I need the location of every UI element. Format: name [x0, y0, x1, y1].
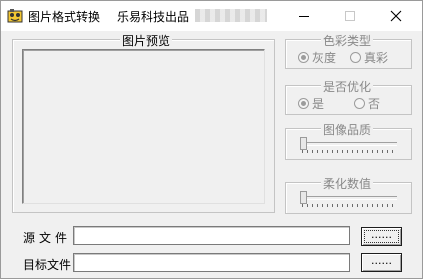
slider-ticks — [302, 150, 396, 153]
main-window: 图片格式转换 乐易科技出品 图片预览 色彩类型 灰度 真彩 是否优化 是 否 图… — [0, 0, 423, 279]
radio-dot-icon — [350, 52, 361, 63]
soften-legend: 柔化数值 — [321, 175, 374, 192]
radio-dot-icon — [354, 98, 365, 109]
slider-ticks — [302, 204, 396, 207]
window-title: 图片格式转换 — [28, 10, 101, 24]
color-type-group: 色彩类型 灰度 真彩 — [285, 32, 412, 69]
source-file-label: 源文件 — [23, 231, 72, 245]
soften-slider[interactable] — [300, 191, 397, 207]
optimize-legend: 是否优化 — [321, 78, 374, 95]
maximize-icon — [345, 11, 355, 21]
title-bar[interactable]: 图片格式转换 乐易科技出品 — [1, 1, 422, 31]
window-subtitle: 乐易科技出品 — [117, 10, 190, 24]
preview-area — [22, 49, 265, 204]
target-file-input[interactable] — [73, 253, 350, 272]
browse-target-button[interactable]: ...... — [361, 253, 402, 272]
app-icon — [7, 9, 23, 23]
optimize-group: 是否优化 是 否 — [285, 78, 412, 115]
slider-thumb[interactable] — [300, 191, 307, 204]
radio-yes[interactable]: 是 — [298, 95, 324, 112]
maximize-button[interactable] — [327, 1, 373, 31]
radio-truecolor[interactable]: 真彩 — [350, 49, 388, 66]
slider-track — [300, 196, 397, 200]
target-file-label: 目标文件 — [23, 258, 72, 272]
close-button[interactable] — [373, 1, 419, 31]
slider-thumb[interactable] — [300, 137, 307, 150]
preview-legend: 图片预览 — [120, 32, 173, 49]
browse-source-button[interactable]: ...... — [361, 227, 402, 246]
minimize-button[interactable] — [281, 1, 327, 31]
close-icon — [390, 10, 402, 22]
quality-group: 图像品质 — [285, 121, 412, 160]
color-type-legend: 色彩类型 — [321, 32, 374, 49]
radio-dot-icon — [298, 52, 309, 63]
radio-grayscale[interactable]: 灰度 — [298, 49, 336, 66]
preview-group: 图片预览 — [12, 32, 275, 213]
quality-slider[interactable] — [300, 137, 397, 153]
minimize-icon — [299, 16, 309, 17]
slider-track — [300, 142, 397, 146]
radio-dot-icon — [298, 98, 309, 109]
quality-legend: 图像品质 — [321, 121, 374, 138]
source-file-input[interactable] — [73, 226, 350, 245]
redacted-text — [195, 9, 267, 22]
soften-group: 柔化数值 — [285, 175, 412, 214]
radio-no[interactable]: 否 — [354, 95, 380, 112]
